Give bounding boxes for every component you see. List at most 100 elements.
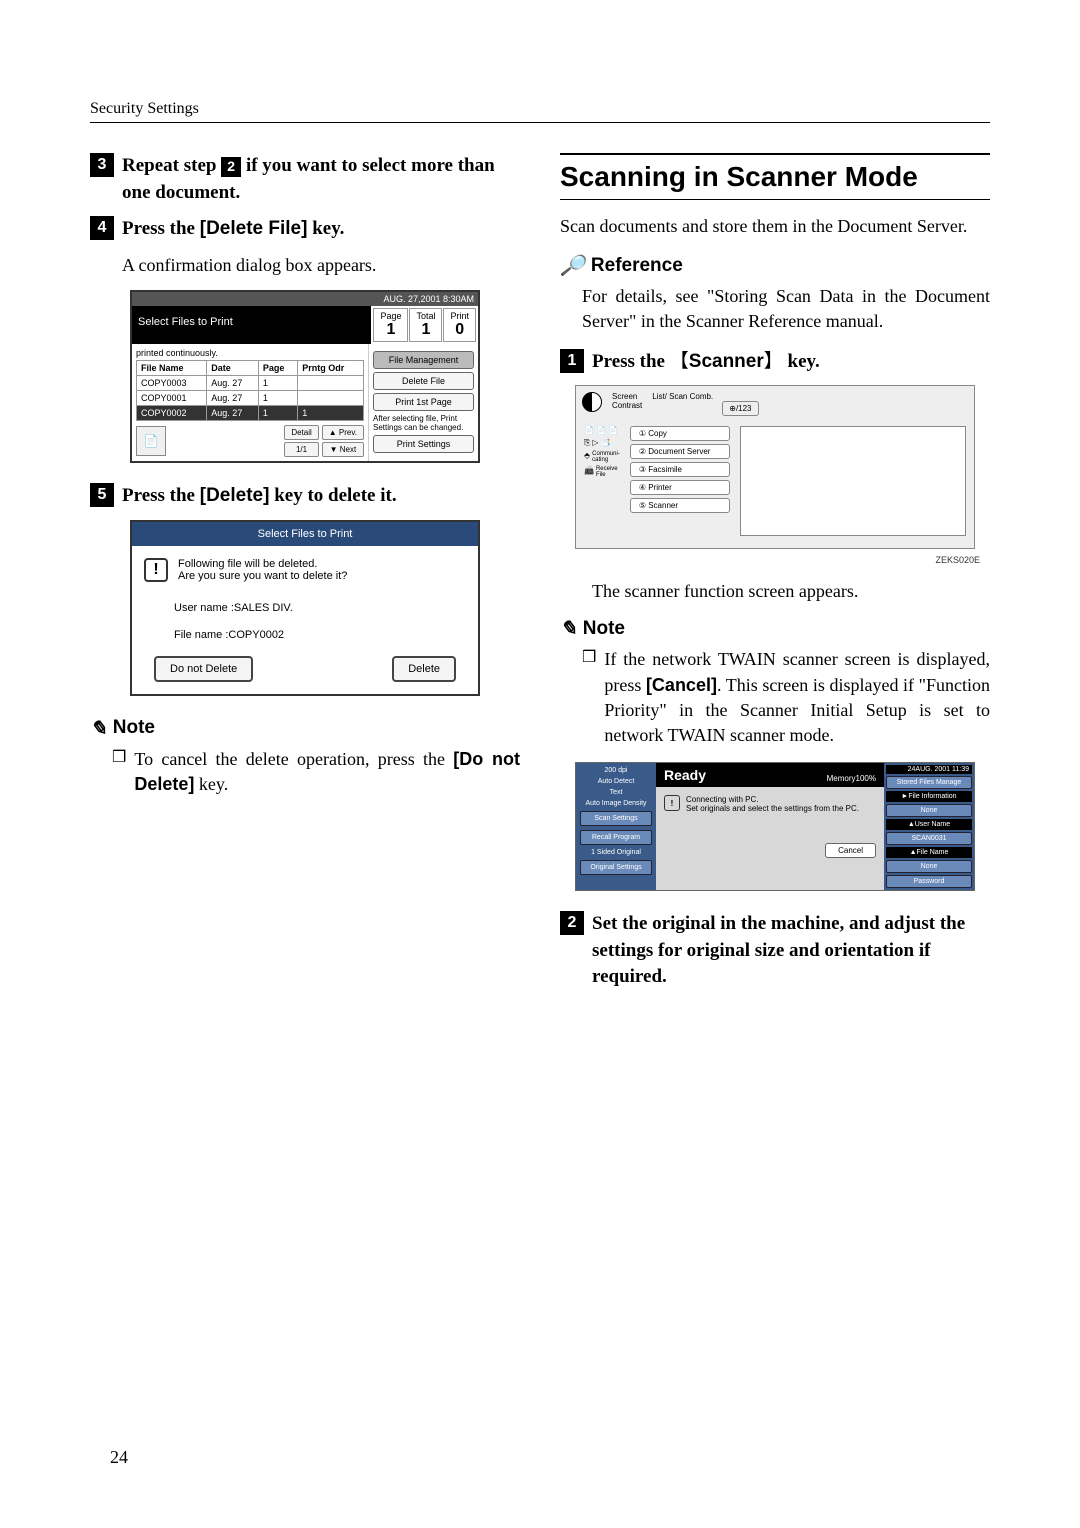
- table-row[interactable]: COPY0001Aug. 271: [137, 390, 364, 405]
- print-settings-button[interactable]: Print Settings: [373, 435, 474, 453]
- detail-button[interactable]: Detail: [284, 425, 318, 440]
- detect-label: Auto Detect: [580, 778, 652, 785]
- do-not-delete-button[interactable]: Do not Delete: [154, 656, 253, 682]
- printer-func[interactable]: ④ Printer: [630, 480, 730, 495]
- doc-icon: 📄: [584, 426, 594, 435]
- ss4-msg1: Connecting with PC.: [686, 795, 859, 804]
- stored-files-button[interactable]: Stored Files Manage: [886, 776, 972, 789]
- note-heading-left: ✎ Note: [90, 716, 520, 741]
- scanner-key: Scanner: [689, 351, 764, 372]
- delete-file-key: [Delete File]: [200, 218, 308, 239]
- scan-name-button[interactable]: SCAN0031: [886, 832, 972, 845]
- table-row[interactable]: COPY0003Aug. 271: [137, 375, 364, 390]
- cancel-button[interactable]: Cancel: [825, 843, 876, 858]
- step5-pre: Press the: [122, 485, 200, 506]
- next-button[interactable]: ▼ Next: [322, 442, 364, 457]
- step1-post: key.: [783, 351, 820, 372]
- step-2-right: 2 Set the original in the machine, and a…: [560, 911, 990, 991]
- delete-button[interactable]: Delete: [392, 656, 456, 682]
- file-info-label: ►File Information: [886, 791, 972, 802]
- doc-icon: 📄: [596, 426, 606, 435]
- intro-text: Scan documents and store them in the Doc…: [560, 214, 990, 239]
- ss1-print-label: Print: [450, 311, 469, 321]
- note-pre: To cancel the delete operation, press th…: [134, 749, 453, 769]
- step4-post: key.: [307, 218, 344, 239]
- step4-subtext: A confirmation dialog box appears.: [122, 253, 520, 278]
- note-label: Note: [583, 618, 625, 640]
- none-button[interactable]: None: [886, 804, 972, 817]
- screenshot-delete-confirm: Select Files to Print ! Following file w…: [130, 520, 480, 696]
- table-row-selected[interactable]: COPY0002Aug. 2711: [137, 405, 364, 420]
- screenshot-function-select: Screen Contrast List/ Scan Comb. ⊕/123 📄…: [575, 385, 975, 549]
- header-title: Security Settings: [90, 100, 990, 123]
- contrast-icon[interactable]: [582, 392, 602, 412]
- copy-func[interactable]: ① Copy: [630, 426, 730, 441]
- cancel-key: [Cancel]: [646, 675, 717, 695]
- ss2-msg1: Following file will be deleted.: [178, 558, 347, 570]
- file-management-button[interactable]: File Management: [373, 351, 474, 369]
- ss3-code: ZEKS020E: [560, 555, 990, 565]
- step-num-5: 5: [90, 483, 114, 507]
- ss1-subhead: printed continuously.: [136, 348, 364, 358]
- ss1-file-table: File Name Date Page Prntg Odr COPY0003Au…: [136, 360, 364, 421]
- reference-body: For details, see "Storing Scan Data in t…: [582, 284, 990, 334]
- password-button[interactable]: Password: [886, 875, 972, 888]
- fax-func[interactable]: ③ Facsimile: [630, 462, 730, 477]
- docserver-func[interactable]: ② Document Server: [630, 444, 730, 459]
- step-num-2: 2: [560, 911, 584, 935]
- ss1-datetime: AUG. 27,2001 8:30AM: [132, 292, 478, 306]
- none2-button[interactable]: None: [886, 860, 972, 873]
- step1-pre: Press the: [592, 351, 670, 372]
- copy-icon: ⎘: [584, 438, 590, 448]
- col-order[interactable]: Prntg Odr: [298, 360, 364, 375]
- scanner-func[interactable]: ⑤ Scanner: [630, 498, 730, 513]
- ss1-title: Select Files to Print: [132, 306, 371, 344]
- step-num-1: 1: [560, 349, 584, 373]
- step5-post: key to delete it.: [269, 485, 396, 506]
- bullet-icon: ❒: [112, 747, 126, 797]
- ss2-username: User name :SALES DIV.: [174, 602, 466, 614]
- step3-pre: Repeat step: [122, 155, 221, 176]
- bracket-right: 】: [764, 351, 783, 372]
- ss4-msg2: Set originals and select the settings fr…: [686, 804, 859, 813]
- reference-label: Reference: [591, 255, 683, 277]
- step2-text: Set the original in the machine, and adj…: [592, 911, 990, 991]
- reference-heading: 🔎 Reference: [560, 253, 990, 278]
- note-icon: ✎: [90, 716, 107, 741]
- sided-label: 1 Sided Original: [580, 849, 652, 856]
- recall-program-button[interactable]: Recall Program: [580, 830, 652, 845]
- delete-file-button[interactable]: Delete File: [373, 372, 474, 390]
- ss1-total-label: Total: [416, 311, 435, 321]
- dpi-label: 200 dpi: [580, 767, 652, 774]
- thumbnail-icon[interactable]: 📄: [136, 426, 166, 456]
- note-label: Note: [113, 717, 155, 739]
- col-page[interactable]: Page: [258, 360, 297, 375]
- delete-key: [Delete]: [200, 485, 270, 506]
- col-date[interactable]: Date: [207, 360, 259, 375]
- ss2-filename: File name :COPY0002: [174, 629, 466, 641]
- print-1st-page-button[interactable]: Print 1st Page: [373, 393, 474, 411]
- right-column: Scanning in Scanner Mode Scan documents …: [560, 153, 990, 1001]
- ss1-total-value: 1: [416, 321, 435, 339]
- step-5: 5 Press the [Delete] key to delete it.: [90, 483, 520, 510]
- left-column: 3 Repeat step 2 if you want to select mo…: [90, 153, 520, 1001]
- text-label: Text: [580, 789, 652, 796]
- original-settings-button[interactable]: Original Settings: [580, 860, 652, 875]
- bullet-icon: ❒: [582, 647, 596, 748]
- step-4: 4 Press the [Delete File] key.: [90, 216, 520, 243]
- step1-subtext: The scanner function screen appears.: [592, 579, 990, 604]
- ss4-datetime: 24AUG. 2001 11:39: [886, 765, 972, 774]
- scan-settings-button[interactable]: Scan Settings: [580, 811, 652, 826]
- prev-button[interactable]: ▲ Prev.: [322, 425, 364, 440]
- note-icon: ✎: [560, 616, 577, 641]
- col-filename[interactable]: File Name: [137, 360, 207, 375]
- step-num-3: 3: [90, 153, 114, 177]
- ss2-msg2: Are you sure you want to delete it?: [178, 570, 347, 582]
- store-button[interactable]: ⊕/123: [722, 401, 758, 416]
- ss1-print-value: 0: [450, 321, 469, 339]
- warning-icon: !: [664, 795, 680, 811]
- page-number: 24: [110, 1447, 128, 1468]
- ready-label: Ready: [664, 767, 706, 783]
- step-3: 3 Repeat step 2 if you want to select mo…: [90, 153, 520, 206]
- step3-inline-ref: 2: [221, 157, 241, 177]
